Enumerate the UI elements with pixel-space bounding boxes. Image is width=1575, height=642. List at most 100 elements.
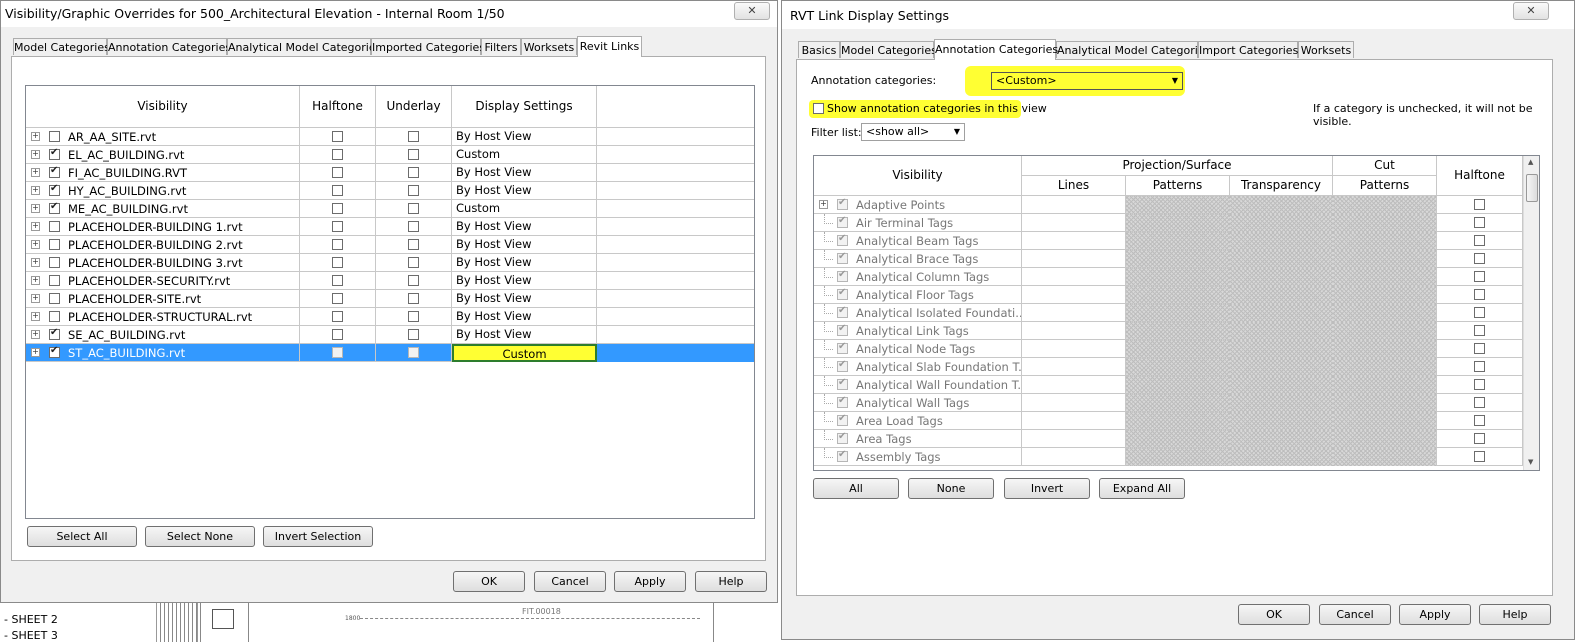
transparency-cell[interactable] [1230, 250, 1333, 268]
underlay-checkbox[interactable] [408, 131, 419, 142]
table-row[interactable]: + PLACEHOLDER-SITE.rvt By Host View [26, 290, 754, 308]
expand-icon[interactable]: + [31, 312, 40, 321]
cut-patterns-cell[interactable] [1333, 286, 1437, 304]
halftone-checkbox[interactable] [332, 275, 343, 286]
cut-patterns-cell[interactable] [1333, 232, 1437, 250]
vg-apply-button[interactable]: Apply [614, 571, 686, 592]
tab-analytical-model-categories[interactable]: Analytical Model Categories [1056, 41, 1210, 58]
none-button[interactable]: None [908, 478, 994, 499]
cut-patterns-cell[interactable] [1333, 250, 1437, 268]
visibility-checkbox[interactable] [837, 413, 848, 426]
col-header-underlay[interactable]: Underlay [376, 86, 452, 128]
visibility-checkbox[interactable] [49, 131, 60, 142]
patterns-cell[interactable] [1126, 304, 1230, 322]
display-settings-cell[interactable]: By Host View [452, 128, 597, 146]
select-all-button[interactable]: Select All [27, 526, 137, 547]
visibility-cell[interactable]: + ME_AC_BUILDING.rvt [26, 200, 300, 218]
filter-list-dropdown[interactable]: <show all> ▼ [861, 123, 965, 141]
underlay-checkbox[interactable] [408, 275, 419, 286]
col-header-visibility[interactable]: Visibility [814, 156, 1022, 196]
visibility-checkbox[interactable] [837, 287, 848, 300]
vg-ok-button[interactable]: OK [453, 571, 525, 592]
display-settings-cell[interactable]: By Host View [452, 290, 597, 308]
tab-filters[interactable]: Filters [481, 38, 521, 55]
transparency-cell[interactable] [1230, 412, 1333, 430]
table-row[interactable]: Area Load Tags [814, 412, 1523, 430]
underlay-checkbox[interactable] [408, 329, 419, 340]
visibility-checkbox[interactable] [49, 239, 60, 250]
tab-worksets[interactable]: Worksets [1298, 41, 1354, 58]
cut-patterns-cell[interactable] [1333, 412, 1437, 430]
visibility-checkbox[interactable] [837, 323, 848, 336]
visibility-cell[interactable]: + PLACEHOLDER-BUILDING 3.rvt [26, 254, 300, 272]
transparency-cell[interactable] [1230, 430, 1333, 448]
cut-patterns-cell[interactable] [1333, 430, 1437, 448]
visibility-cell[interactable]: Analytical Column Tags [814, 268, 1022, 286]
halftone-checkbox[interactable] [1474, 415, 1485, 426]
transparency-cell[interactable] [1230, 286, 1333, 304]
visibility-cell[interactable]: + PLACEHOLDER-STRUCTURAL.rvt [26, 308, 300, 326]
table-row[interactable]: + PLACEHOLDER-BUILDING 3.rvt By Host View [26, 254, 754, 272]
visibility-cell[interactable]: + Adaptive Points [814, 196, 1022, 214]
lines-cell[interactable] [1022, 268, 1126, 286]
visibility-checkbox[interactable] [837, 215, 848, 228]
patterns-cell[interactable] [1126, 286, 1230, 304]
expand-icon[interactable]: + [31, 294, 40, 303]
tab-analytical-model-categories[interactable]: Analytical Model Categories [227, 38, 381, 55]
patterns-cell[interactable] [1126, 214, 1230, 232]
visibility-checkbox[interactable] [49, 147, 60, 160]
table-row[interactable]: + Adaptive Points [814, 196, 1523, 214]
table-row[interactable]: Analytical Node Tags [814, 340, 1523, 358]
patterns-cell[interactable] [1126, 196, 1230, 214]
scroll-thumb[interactable] [1526, 174, 1538, 202]
table-row[interactable]: + FI_AC_BUILDING.RVT By Host View [26, 164, 754, 182]
col-header-transparency[interactable]: Transparency [1230, 176, 1333, 196]
display-settings-cell[interactable]: Custom [452, 146, 597, 164]
expand-icon[interactable]: + [31, 240, 40, 249]
patterns-cell[interactable] [1126, 376, 1230, 394]
expand-icon[interactable]: + [31, 132, 40, 141]
table-row[interactable]: + ST_AC_BUILDING.rvt Custom [26, 344, 754, 362]
transparency-cell[interactable] [1230, 394, 1333, 412]
visibility-cell[interactable]: Analytical Floor Tags [814, 286, 1022, 304]
cut-patterns-cell[interactable] [1333, 376, 1437, 394]
visibility-cell[interactable]: + SE_AC_BUILDING.rvt [26, 326, 300, 344]
tab-model-categories[interactable]: Model Categories [13, 38, 110, 55]
visibility-checkbox[interactable] [837, 449, 848, 462]
underlay-checkbox[interactable] [408, 149, 419, 160]
halftone-checkbox[interactable] [332, 131, 343, 142]
table-row[interactable]: + PLACEHOLDER-BUILDING 2.rvt By Host View [26, 236, 754, 254]
col-header-patterns[interactable]: Patterns [1126, 176, 1230, 196]
link-help-button[interactable]: Help [1479, 604, 1551, 625]
expand-icon[interactable]: + [31, 330, 40, 339]
visibility-cell[interactable]: + FI_AC_BUILDING.RVT [26, 164, 300, 182]
halftone-checkbox[interactable] [1474, 397, 1485, 408]
transparency-cell[interactable] [1230, 196, 1333, 214]
cut-patterns-cell[interactable] [1333, 214, 1437, 232]
transparency-cell[interactable] [1230, 268, 1333, 286]
visibility-cell[interactable]: + ST_AC_BUILDING.rvt [26, 344, 300, 362]
halftone-checkbox[interactable] [1474, 307, 1485, 318]
display-settings-cell[interactable]: By Host View [452, 308, 597, 326]
cut-patterns-cell[interactable] [1333, 304, 1437, 322]
lines-cell[interactable] [1022, 394, 1126, 412]
visibility-cell[interactable]: Air Terminal Tags [814, 214, 1022, 232]
visibility-cell[interactable]: Analytical Link Tags [814, 322, 1022, 340]
halftone-checkbox[interactable] [1474, 361, 1485, 372]
cut-patterns-cell[interactable] [1333, 448, 1437, 466]
display-settings-cell[interactable]: By Host View [452, 236, 597, 254]
tab-imported-categories[interactable]: Imported Categories [371, 38, 485, 55]
table-row[interactable]: Analytical Isolated Foundati... [814, 304, 1523, 322]
patterns-cell[interactable] [1126, 394, 1230, 412]
lines-cell[interactable] [1022, 214, 1126, 232]
table-row[interactable]: + AR_AA_SITE.rvt By Host View [26, 128, 754, 146]
halftone-checkbox[interactable] [1474, 325, 1485, 336]
visibility-cell[interactable]: + HY_AC_BUILDING.rvt [26, 182, 300, 200]
lines-cell[interactable] [1022, 322, 1126, 340]
table-row[interactable]: Area Tags [814, 430, 1523, 448]
visibility-checkbox[interactable] [837, 233, 848, 246]
underlay-checkbox[interactable] [408, 257, 419, 268]
transparency-cell[interactable] [1230, 214, 1333, 232]
tab-revit-links[interactable]: Revit Links [577, 36, 642, 57]
expand-icon[interactable]: + [819, 200, 828, 209]
